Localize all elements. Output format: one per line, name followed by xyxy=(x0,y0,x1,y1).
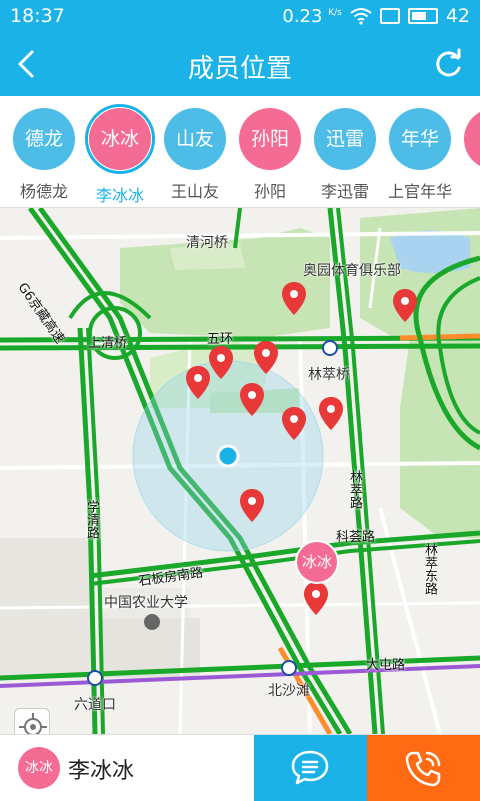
location-pin-icon[interactable] xyxy=(281,406,307,442)
status-icons: 0.23 K/s 42 xyxy=(282,5,470,27)
member-avatar[interactable]: 孙阳 xyxy=(239,108,301,170)
map-label-lincui-east-road: 林萃东路 xyxy=(422,543,437,595)
network-speed-value: 0.23 xyxy=(282,5,323,27)
member-avatar[interactable]: 年华 xyxy=(389,108,451,170)
member-name: 杨德龙 xyxy=(19,182,68,201)
location-pin-icon[interactable] xyxy=(239,382,265,418)
member-item-selected[interactable]: 冰冰 李冰冰 xyxy=(82,104,158,206)
member-avatar[interactable]: 德龙 xyxy=(13,108,75,170)
battery-icon xyxy=(407,8,438,24)
member-item[interactable]: 德龙 杨德龙 xyxy=(6,108,82,202)
member-avatar[interactable]: 山友 xyxy=(164,108,226,170)
map-label-liudaokou: 六道口 xyxy=(74,697,116,713)
location-pin-icon[interactable] xyxy=(185,365,211,401)
location-pin-icon[interactable] xyxy=(239,488,265,524)
member-avatar[interactable]: 天 xyxy=(464,108,480,170)
map-label-fifth-ring: 五环 xyxy=(207,332,234,347)
member-item[interactable]: 迅雷 李迅雷 xyxy=(307,108,383,202)
member-list[interactable]: 德龙 杨德龙 冰冰 李冰冰 山友 王山友 孙阳 孙阳 迅雷 李迅雷 年华 上官年… xyxy=(0,96,480,208)
current-member-avatar[interactable]: 冰冰 xyxy=(18,747,60,789)
location-pin-icon[interactable] xyxy=(208,345,234,381)
member-name: 王山友 xyxy=(170,182,219,201)
battery-level: 42 xyxy=(445,5,470,27)
chat-bubble-icon xyxy=(291,750,329,785)
location-pin-icon[interactable] xyxy=(281,281,307,317)
map-label-olympic-club: 奥园体育俱乐部 xyxy=(303,263,401,279)
page-title: 成员位置 xyxy=(187,54,292,84)
member-avatar[interactable]: 迅雷 xyxy=(314,108,376,170)
network-speed: 0.23 K/s xyxy=(282,6,341,27)
member-avatar[interactable]: 冰冰 xyxy=(89,108,151,170)
current-member-name: 李冰冰 xyxy=(68,759,135,784)
school-icon xyxy=(144,614,160,630)
location-pin-icon[interactable] xyxy=(253,340,279,376)
status-bar: 18:37 0.23 K/s 42 xyxy=(0,0,480,34)
crosshair-icon xyxy=(19,713,47,734)
member-item[interactable]: 孙阳 孙阳 xyxy=(232,108,308,202)
member-name: 孙阳 xyxy=(253,182,286,201)
network-speed-unit: K/s xyxy=(328,7,342,18)
title-bar: 成员位置 xyxy=(0,34,480,96)
phone-icon xyxy=(405,751,441,787)
refresh-icon xyxy=(436,48,461,77)
member-item[interactable]: 年华 上官年华 xyxy=(382,108,458,202)
map-label-kechuang-road: 科荟路 xyxy=(336,530,376,545)
member-item[interactable]: 山友 王山友 xyxy=(157,108,233,202)
status-time: 18:37 xyxy=(10,5,65,27)
selected-ring: 冰冰 xyxy=(85,104,155,174)
screen-icon xyxy=(379,8,400,24)
member-name: 李迅雷 xyxy=(320,182,369,201)
member-name: 上官年华 xyxy=(387,182,452,201)
map-label-xueqing-road: 学清路 xyxy=(84,500,99,539)
bottom-bar: 冰冰 李冰冰 xyxy=(0,734,480,801)
map-label-agri-university: 中国农业大学 xyxy=(104,595,188,611)
location-pin-icon[interactable] xyxy=(318,396,344,432)
location-pin-icon[interactable] xyxy=(392,288,418,324)
map-label-lincui-road: 林萃路 xyxy=(347,470,362,509)
chat-button[interactable] xyxy=(254,735,367,801)
locate-button[interactable] xyxy=(14,708,50,734)
wifi-icon xyxy=(350,8,372,25)
map-label-beishatan: 北沙滩 xyxy=(268,683,310,699)
refresh-button[interactable] xyxy=(428,44,468,84)
location-pin-icon[interactable] xyxy=(303,581,329,617)
member-name: 李冰冰 xyxy=(95,186,144,205)
call-button[interactable] xyxy=(367,735,480,801)
member-item[interactable]: 天 天 xyxy=(457,108,480,202)
map-label-shangqing-bridge: 上清桥 xyxy=(88,336,128,351)
map-canvas[interactable] xyxy=(0,208,480,734)
map-label-qinghe-bridge: 清河桥 xyxy=(186,235,228,251)
map-label-lincui-bridge: 林萃桥 xyxy=(308,367,350,383)
map-view[interactable]: 清河桥 奥园体育俱乐部 上清桥 五环 林萃桥 G6京藏高速 林萃路 学清路 科荟… xyxy=(0,208,480,734)
map-member-marker[interactable]: 冰冰 xyxy=(295,540,339,584)
member-name: 天 xyxy=(457,178,480,202)
map-label-datun-road: 大屯路 xyxy=(366,658,406,673)
